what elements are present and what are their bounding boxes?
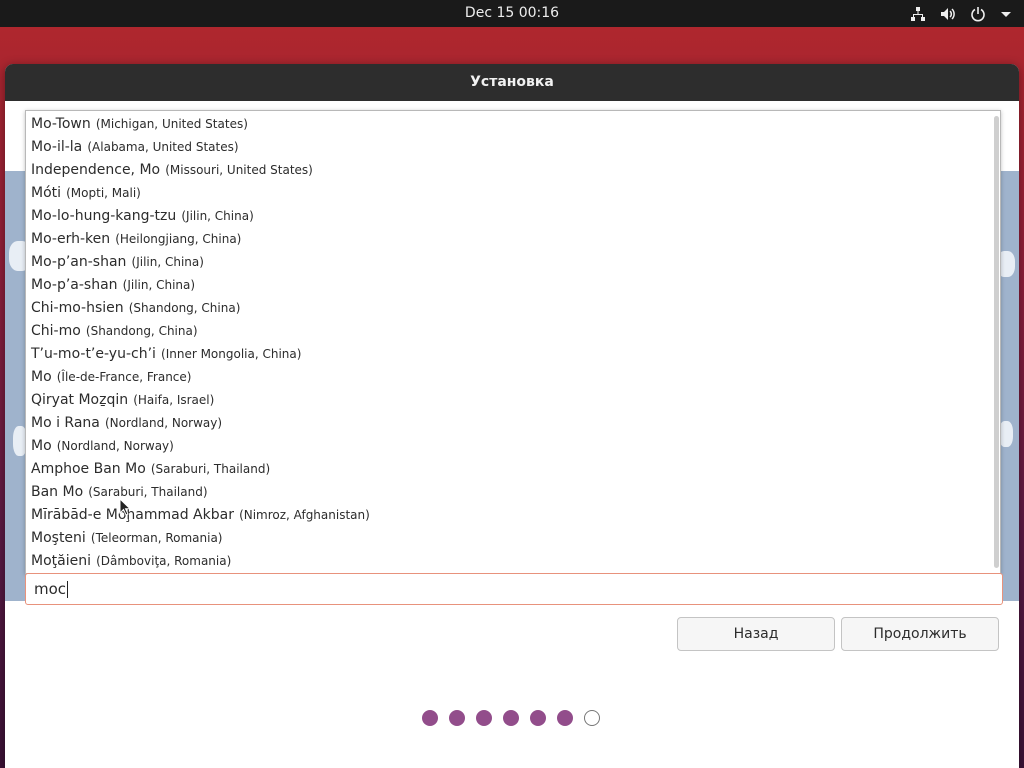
location-search-input[interactable]: moc (25, 573, 1003, 605)
text-caret (67, 581, 69, 598)
suggestion-region: (Shandong, China) (85, 324, 198, 338)
suggestion-item[interactable]: Moţăieni (Dâmboviţa, Romania) (26, 548, 1000, 571)
suggestion-item[interactable]: Mīrābād-e Moḩammad Akbar (Nimroz, Afghan… (26, 502, 1000, 525)
suggestion-item[interactable]: Independence, Mo (Missouri, United State… (26, 157, 1000, 180)
suggestion-region: (Mopti, Mali) (66, 186, 141, 200)
suggestion-region: (Nordland, Norway) (56, 439, 174, 453)
suggestion-name: Mo i Rana (31, 415, 100, 431)
suggestion-name: Mo-erh-ken (31, 231, 111, 247)
suggestion-region: (Shandong, China) (128, 301, 241, 315)
suggestion-name: Independence, Mo (31, 162, 161, 178)
network-icon[interactable] (910, 6, 926, 22)
suggestion-region: (Jilin, China) (122, 278, 196, 292)
installer-window: Установка Mo-Town (Michigan, United Stat… (5, 64, 1019, 768)
suggestion-region: (Teleorman, Romania) (90, 531, 223, 545)
suggestion-item[interactable]: Mo (Île-de-France, France) (26, 364, 1000, 387)
suggestion-item[interactable]: Qiryat Moẕqin (Haifa, Israel) (26, 387, 1000, 410)
progress-dot (449, 710, 465, 726)
progress-dot (422, 710, 438, 726)
location-suggestions[interactable]: Mo-Town (Michigan, United States) Mo-il-l… (25, 110, 1001, 574)
suggestion-item[interactable]: Mo-erh-ken (Heilongjiang, China) (26, 226, 1000, 249)
window-title: Установка (5, 64, 1019, 101)
suggestion-item[interactable]: Moşteni (Teleorman, Romania) (26, 525, 1000, 548)
suggestion-item[interactable]: Mo-p’an-shan (Jilin, China) (26, 249, 1000, 272)
suggestion-name: Mo-lo-hung-kang-tzu (31, 208, 177, 224)
suggestion-item[interactable]: Ban Mo (Saraburi, Thailand) (26, 479, 1000, 502)
suggestion-item[interactable]: Mo-il-la (Alabama, United States) (26, 134, 1000, 157)
suggestion-name: Mo-il-la (31, 139, 83, 155)
window-content: Mo-Town (Michigan, United States) Mo-il-l… (5, 101, 1019, 768)
system-tray[interactable] (910, 0, 1012, 27)
suggestion-region: (Inner Mongolia, China) (161, 347, 302, 361)
progress-dot (530, 710, 546, 726)
suggestion-name: Chi-mo (31, 323, 81, 339)
suggestion-region: (Jilin, China) (131, 255, 204, 269)
suggestion-name: Mo-p’a-shan (31, 277, 118, 293)
suggestion-name: Mīrābād-e Moḩammad Akbar (31, 507, 234, 523)
suggestion-item[interactable]: Chi-mo-hsien (Shandong, China) (26, 295, 1000, 318)
suggestion-item[interactable]: T’u-mo-t’e-yu-ch’i (Inner Mongolia, Chin… (26, 341, 1000, 364)
suggestion-item[interactable]: Mo-Town (Michigan, United States) (26, 111, 1000, 134)
suggestion-region: (Haifa, Israel) (133, 393, 215, 407)
scrollbar[interactable] (994, 116, 999, 568)
menu-arrow-icon[interactable] (1000, 8, 1012, 20)
suggestion-item[interactable]: Mo (Nordland, Norway) (26, 433, 1000, 456)
suggestion-name: T’u-mo-t’e-yu-ch’i (31, 346, 156, 362)
clock[interactable]: Dec 15 00:16 (0, 0, 1024, 27)
suggestion-name: Mo (31, 369, 52, 385)
suggestion-name: Móti (31, 185, 62, 201)
suggestion-name: Amphoe Ban Mo (31, 461, 146, 477)
suggestion-item[interactable]: Amphoe Ban Mo (Saraburi, Thailand) (26, 456, 1000, 479)
suggestion-name: Moşteni (31, 530, 86, 546)
suggestion-item[interactable]: Mo i Rana (Nordland, Norway) (26, 410, 1000, 433)
suggestion-region: (Jilin, China) (181, 209, 254, 223)
suggestion-region: (Heilongjiang, China) (115, 232, 242, 246)
progress-dot (476, 710, 492, 726)
suggestion-name: Qiryat Moẕqin (31, 392, 129, 408)
continue-button[interactable]: Продолжить (841, 617, 999, 651)
suggestion-name: Chi-mo-hsien (31, 300, 124, 316)
search-value: moc (34, 580, 67, 598)
volume-icon[interactable] (940, 6, 956, 22)
suggestion-region: (Île-de-France, France) (56, 370, 192, 384)
top-panel: Dec 15 00:16 (0, 0, 1024, 27)
mouse-pointer-icon (119, 497, 132, 520)
suggestion-item[interactable]: Mo-lo-hung-kang-tzu (Jilin, China) (26, 203, 1000, 226)
suggestion-name: Mo-p’an-shan (31, 254, 127, 270)
suggestion-item[interactable]: Móti (Mopti, Mali) (26, 180, 1000, 203)
suggestion-name: Mo (31, 438, 52, 454)
suggestion-item[interactable]: Mo-p’a-shan (Jilin, China) (26, 272, 1000, 295)
progress-dot (503, 710, 519, 726)
back-button[interactable]: Назад (677, 617, 835, 651)
suggestion-region: (Michigan, United States) (95, 117, 248, 131)
suggestion-region: (Missouri, United States) (165, 163, 313, 177)
suggestion-name: Moţăieni (31, 553, 91, 569)
suggestion-region: (Alabama, United States) (87, 140, 239, 154)
suggestion-name: Mo-Town (31, 116, 91, 132)
suggestion-list: Mo-Town (Michigan, United States) Mo-il-l… (26, 111, 1000, 571)
progress-dots (422, 710, 600, 726)
suggestion-item[interactable]: Chi-mo (Shandong, China) (26, 318, 1000, 341)
suggestion-region: (Saraburi, Thailand) (150, 462, 271, 476)
suggestion-region: (Dâmboviţa, Romania) (96, 554, 232, 568)
suggestion-name: Ban Mo (31, 484, 84, 500)
suggestion-region: (Nordland, Norway) (104, 416, 223, 430)
power-icon[interactable] (970, 6, 986, 22)
suggestion-region: (Saraburi, Thailand) (88, 485, 208, 499)
progress-dot (584, 710, 600, 726)
suggestion-region: (Nimroz, Afghanistan) (239, 508, 370, 522)
progress-dot (557, 710, 573, 726)
